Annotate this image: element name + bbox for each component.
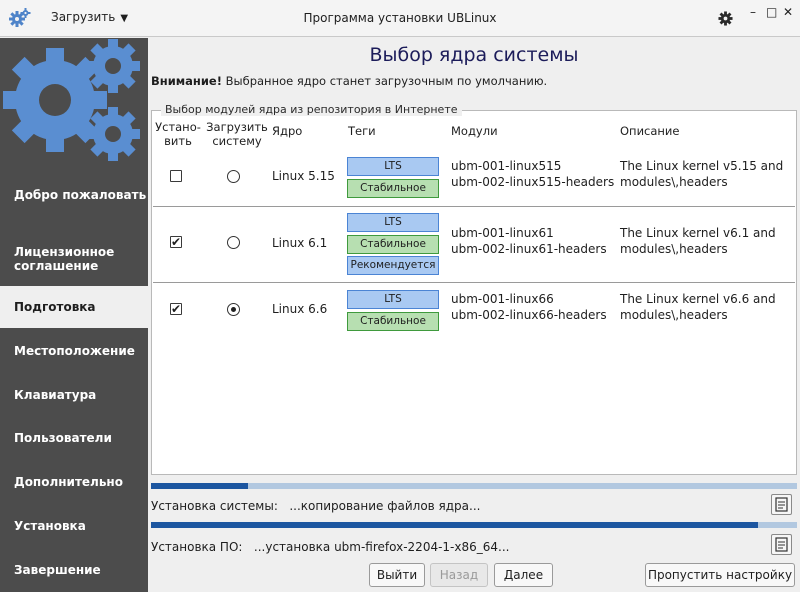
header-kernel: Ядро — [272, 124, 303, 138]
header-tags: Теги — [348, 124, 376, 138]
system-log-button[interactable] — [771, 494, 792, 515]
install-checkbox[interactable] — [170, 170, 182, 182]
description-line: The Linux kernel v6.1 and — [620, 226, 776, 240]
sidebar-item-additional[interactable]: Дополнительно — [0, 461, 148, 503]
row-divider — [153, 282, 795, 283]
row-divider — [153, 206, 795, 207]
sidebar: Добро пожаловать Лицензионное соглашение… — [0, 38, 148, 592]
minimize-button[interactable]: – — [750, 6, 756, 18]
back-button[interactable]: Назад — [430, 563, 488, 587]
module-name: ubm-001-linux61 — [451, 226, 554, 240]
log-icon — [775, 497, 788, 512]
tag-stable: Стабильное — [347, 179, 439, 198]
tag-lts: LTS — [347, 157, 439, 176]
tag-recommended: Рекомендуется — [347, 256, 439, 275]
kernel-name: Linux 5.15 — [272, 169, 335, 183]
close-button[interactable]: ✕ — [783, 6, 793, 18]
description-line: The Linux kernel v6.6 and — [620, 292, 776, 306]
system-progress-text: Установка системы: ...копирование файлов… — [151, 499, 480, 513]
description-line: The Linux kernel v5.15 and — [620, 159, 784, 173]
settings-gear-icon[interactable] — [718, 11, 733, 26]
exit-button[interactable]: Выйти — [369, 563, 425, 587]
skip-setup-button[interactable]: Пропустить настройку — [645, 563, 795, 587]
software-progress-label: Установка ПО: — [151, 540, 243, 554]
gears-decoration-icon — [3, 39, 140, 161]
system-progress-bar — [151, 483, 797, 489]
sidebar-item-welcome[interactable]: Добро пожаловать — [0, 170, 148, 220]
tag-stable: Стабильное — [347, 235, 439, 254]
sidebar-item-installation[interactable]: Установка — [0, 505, 148, 547]
header-boot: Загрузить систему — [206, 120, 268, 148]
kernel-name: Linux 6.6 — [272, 302, 328, 316]
load-menu-button[interactable]: Загрузить ▼ — [51, 10, 128, 24]
sidebar-item-users[interactable]: Пользователи — [0, 417, 148, 459]
install-checkbox[interactable]: ✔ — [170, 236, 182, 248]
sidebar-item-preparation[interactable]: Подготовка — [0, 286, 148, 328]
header-install: Устано- вить — [155, 120, 201, 148]
software-progress-bar — [151, 522, 797, 528]
module-name: ubm-001-linux515 — [451, 159, 562, 173]
maximize-button[interactable]: □ — [766, 6, 777, 18]
warning-message: Внимание! Выбранное ядро станет загрузоч… — [151, 74, 547, 88]
module-name: ubm-002-linux61-headers — [451, 242, 607, 256]
sidebar-item-license[interactable]: Лицензионное соглашение — [0, 234, 148, 284]
system-progress-status: ...копирование файлов ядра... — [289, 499, 481, 513]
software-progress-text: Установка ПО: ...установка ubm-firefox-2… — [151, 540, 509, 554]
group-legend: Выбор модулей ядра из репозитория в Инте… — [161, 103, 462, 116]
sidebar-item-keyboard[interactable]: Клавиатура — [0, 374, 148, 416]
boot-radio[interactable] — [227, 236, 240, 249]
boot-radio-selected[interactable] — [227, 303, 240, 316]
check-icon: ✔ — [171, 235, 182, 249]
chevron-down-icon: ▼ — [120, 13, 129, 24]
sidebar-item-finish[interactable]: Завершение — [0, 549, 148, 591]
warning-text: Выбранное ядро станет загрузочным по умо… — [225, 74, 548, 88]
module-name: ubm-001-linux66 — [451, 292, 554, 306]
system-progress-fill — [151, 483, 248, 489]
kernel-name: Linux 6.1 — [272, 236, 328, 250]
log-icon — [775, 537, 788, 552]
boot-radio[interactable] — [227, 170, 240, 183]
load-menu-label: Загрузить — [51, 10, 116, 24]
system-progress-label: Установка системы: — [151, 499, 278, 513]
app-gears-icon — [9, 8, 31, 27]
module-name: ubm-002-linux66-headers — [451, 308, 607, 322]
tag-stable: Стабильное — [347, 312, 439, 331]
tag-lts: LTS — [347, 213, 439, 232]
sidebar-item-location[interactable]: Местоположение — [0, 330, 148, 372]
header-modules: Модули — [451, 124, 498, 138]
software-progress-fill — [151, 522, 759, 528]
title-bar: Загрузить ▼ Программа установки UBLinux –… — [0, 0, 800, 37]
warning-bold: Внимание! — [151, 74, 222, 88]
description-line: modules\,headers — [620, 175, 728, 189]
description-line: modules\,headers — [620, 308, 728, 322]
check-icon: ✔ — [171, 302, 182, 316]
next-button[interactable]: Далее — [494, 563, 553, 587]
header-description: Описание — [620, 124, 680, 138]
description-line: modules\,headers — [620, 242, 728, 256]
install-checkbox[interactable]: ✔ — [170, 303, 182, 315]
software-progress-status: ...установка ubm-firefox-2204-1-x86_64..… — [253, 540, 510, 554]
tag-lts: LTS — [347, 290, 439, 309]
page-title: Выбор ядра системы — [369, 44, 579, 66]
software-log-button[interactable] — [771, 534, 792, 555]
module-name: ubm-002-linux515-headers — [451, 175, 615, 189]
